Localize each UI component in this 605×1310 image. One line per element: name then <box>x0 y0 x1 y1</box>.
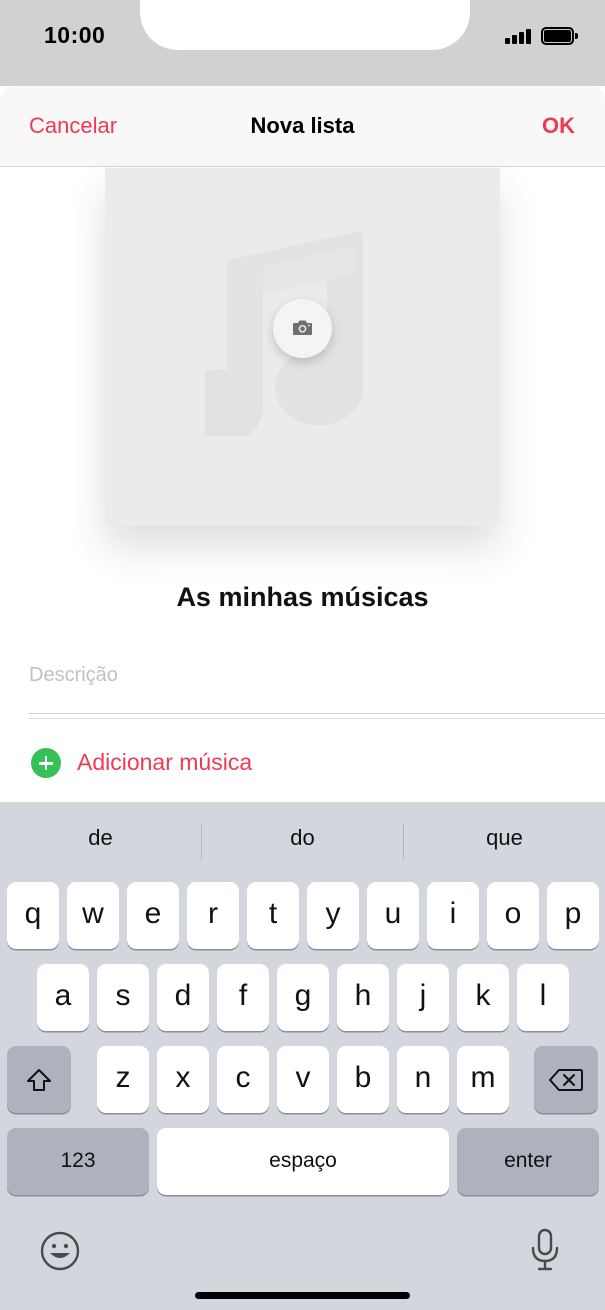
keyboard: de do que q w e r t y u i o p a s d f g … <box>0 802 605 1310</box>
notch <box>140 0 470 50</box>
emoji-icon[interactable] <box>39 1230 81 1272</box>
add-music-label: Adicionar música <box>77 749 253 775</box>
divider <box>29 718 605 719</box>
key-b[interactable]: b <box>337 1046 389 1113</box>
numbers-key[interactable]: 123 <box>7 1128 149 1195</box>
shift-key[interactable] <box>7 1046 71 1113</box>
key-n[interactable]: n <box>397 1046 449 1113</box>
suggestion-1[interactable]: de <box>0 816 201 860</box>
key-m[interactable]: m <box>457 1046 509 1113</box>
key-s[interactable]: s <box>97 964 149 1031</box>
playlist-title[interactable]: As minhas músicas <box>0 582 605 613</box>
add-music-button[interactable]: Adicionar música <box>0 736 605 790</box>
key-g[interactable]: g <box>277 964 329 1031</box>
key-t[interactable]: t <box>247 882 299 949</box>
description-field[interactable] <box>29 660 449 690</box>
add-circle-icon <box>31 748 61 778</box>
camera-button[interactable] <box>273 299 332 358</box>
key-e[interactable]: e <box>127 882 179 949</box>
suggestion-2[interactable]: do <box>202 816 403 860</box>
microphone-icon[interactable] <box>529 1228 561 1272</box>
key-k[interactable]: k <box>457 964 509 1031</box>
enter-key[interactable]: enter <box>457 1128 599 1195</box>
key-j[interactable]: j <box>397 964 449 1031</box>
key-z[interactable]: z <box>97 1046 149 1113</box>
backspace-key[interactable] <box>534 1046 598 1113</box>
suggestion-3[interactable]: que <box>404 816 605 860</box>
space-key[interactable]: espaço <box>157 1128 449 1195</box>
key-h[interactable]: h <box>337 964 389 1031</box>
key-v[interactable]: v <box>277 1046 329 1113</box>
battery-icon <box>541 27 578 45</box>
key-u[interactable]: u <box>367 882 419 949</box>
key-x[interactable]: x <box>157 1046 209 1113</box>
key-a[interactable]: a <box>37 964 89 1031</box>
camera-icon <box>293 320 312 335</box>
key-o[interactable]: o <box>487 882 539 949</box>
key-w[interactable]: w <box>67 882 119 949</box>
status-time: 10:00 <box>44 22 106 48</box>
nav-title: Nova lista <box>250 113 355 138</box>
playlist-artwork[interactable] <box>105 168 500 526</box>
shift-icon <box>27 1069 51 1091</box>
nav-bar: Cancelar Nova lista OK <box>0 86 605 167</box>
signal-icon <box>505 29 535 44</box>
key-l[interactable]: l <box>517 964 569 1031</box>
key-d[interactable]: d <box>157 964 209 1031</box>
home-indicator[interactable] <box>195 1292 410 1299</box>
status-bar: 10:00 <box>0 0 605 86</box>
divider <box>29 713 605 714</box>
key-i[interactable]: i <box>427 882 479 949</box>
phone-screen: 10:00 Cancelar Nova lista OK As minhas m… <box>0 0 605 1310</box>
key-y[interactable]: y <box>307 882 359 949</box>
key-r[interactable]: r <box>187 882 239 949</box>
key-p[interactable]: p <box>547 882 599 949</box>
key-f[interactable]: f <box>217 964 269 1031</box>
ok-button[interactable]: OK <box>542 113 575 139</box>
backspace-icon <box>549 1069 583 1091</box>
key-c[interactable]: c <box>217 1046 269 1113</box>
key-q[interactable]: q <box>7 882 59 949</box>
